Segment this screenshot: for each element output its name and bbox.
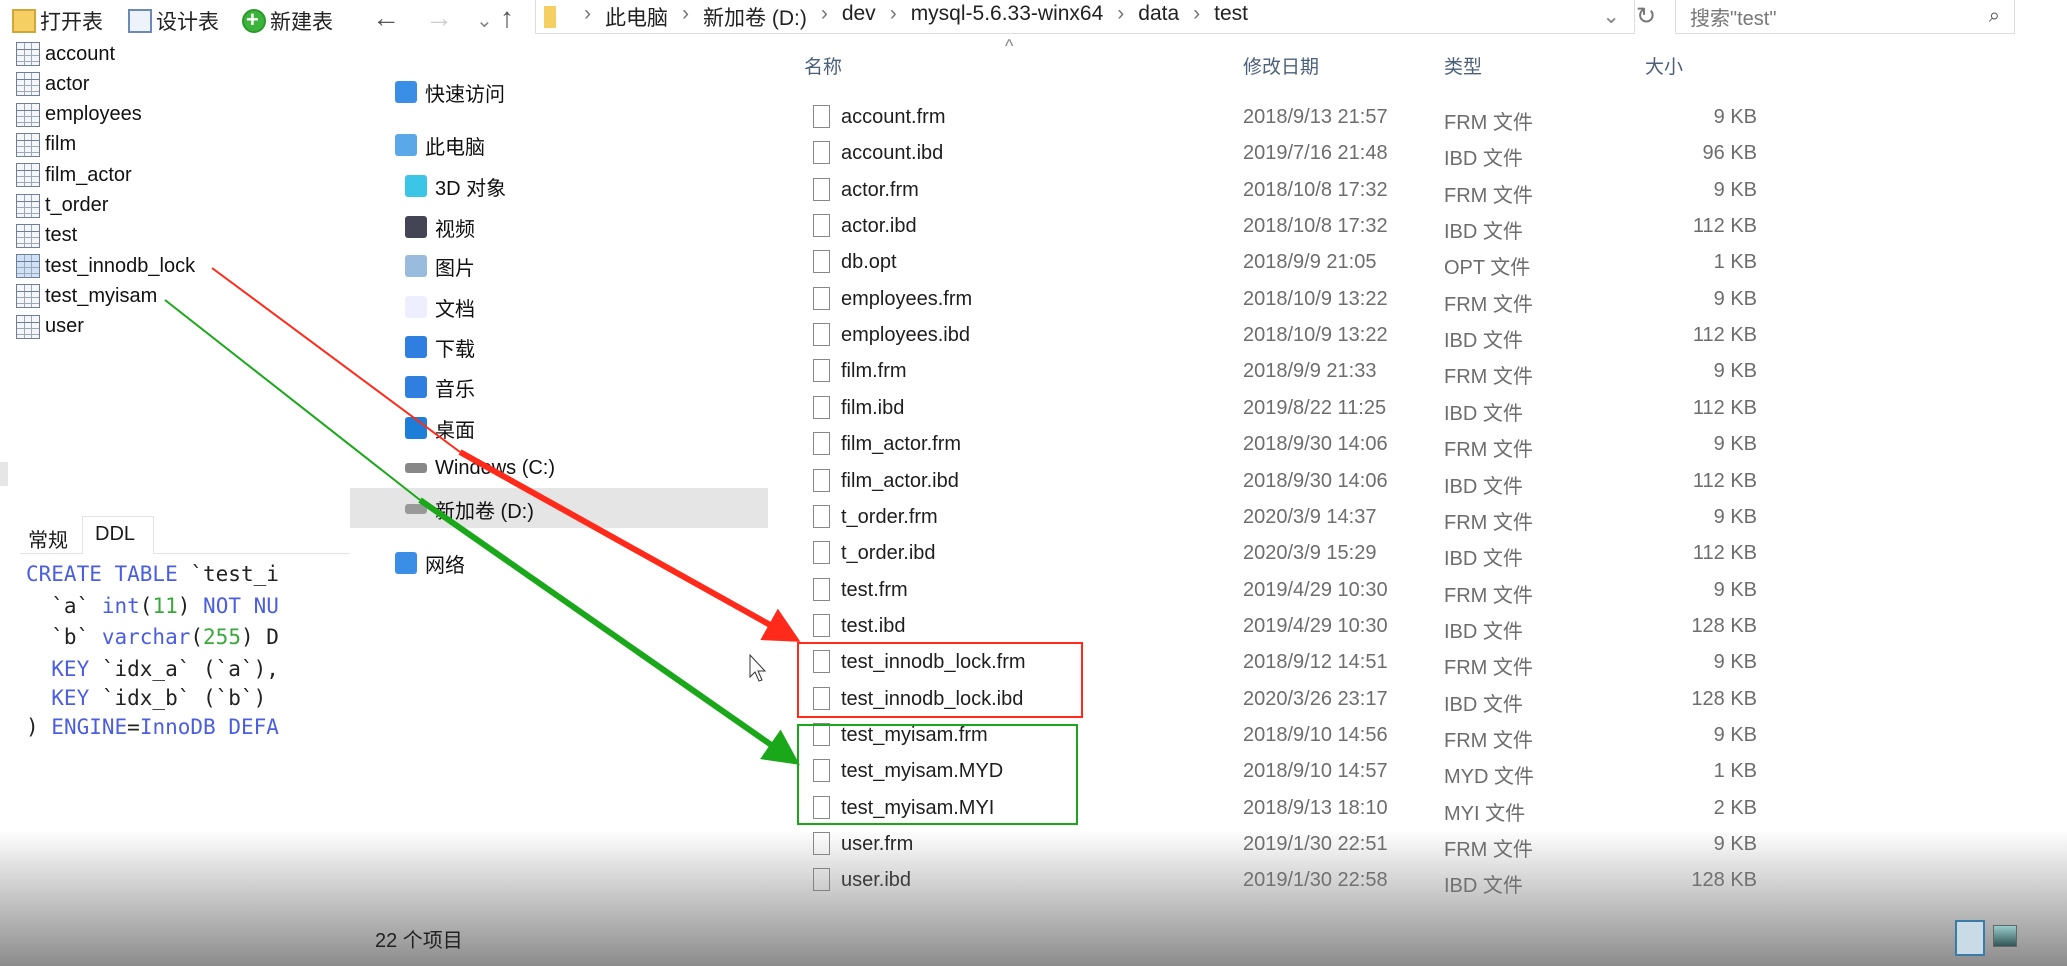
myisam-arrow [164,299,421,501]
mouse-cursor-icon [749,653,767,682]
item-count-status: 22 个项目 [375,930,463,952]
innodb-arrow-head [458,449,801,642]
large-icons-view-button[interactable] [1993,925,2017,947]
video-overlay-shade [0,830,2067,966]
details-view-button[interactable] [1955,920,1985,956]
innodb-arrow [211,267,461,453]
myisam-arrow-head [418,497,800,765]
annotation-arrows [164,267,801,765]
